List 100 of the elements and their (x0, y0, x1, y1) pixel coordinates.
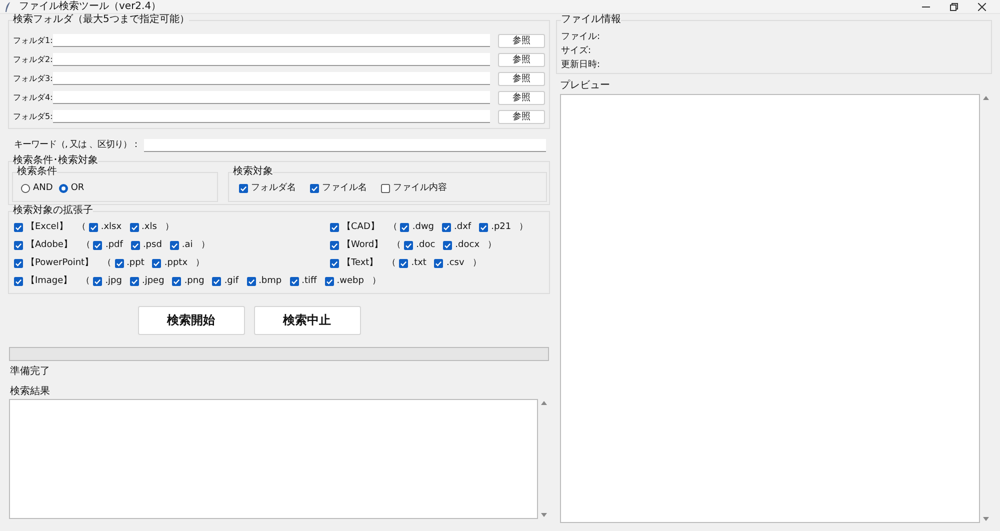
checkbox-label: .p21 (491, 220, 512, 234)
folder-field[interactable] (53, 91, 490, 104)
checkbox-label: ファイル名 (322, 182, 367, 195)
checkbox[interactable] (434, 259, 444, 268)
group-title: 検索対象の拡張子 (13, 204, 93, 216)
checkbox[interactable] (404, 241, 414, 250)
checkbox-label: 【Excel】 (26, 220, 68, 234)
checkbox[interactable] (152, 259, 162, 268)
info-label: サイズ: (561, 45, 592, 57)
checkbox[interactable] (93, 277, 102, 286)
checkbox-label: .dwg (412, 220, 434, 234)
checkbox[interactable] (93, 241, 102, 250)
parenthesis: （ (81, 238, 90, 252)
parenthesis: （ (387, 256, 396, 270)
checkbox[interactable] (14, 241, 23, 250)
restore-icon[interactable] (950, 2, 958, 10)
field-label: フォルダ2: (13, 54, 53, 66)
folder-field[interactable] (53, 110, 490, 123)
checkbox-label: .csv (446, 256, 464, 270)
checkbox[interactable] (130, 241, 140, 250)
checkbox[interactable] (324, 277, 334, 286)
folder-field[interactable] (53, 53, 490, 66)
checkbox-label: .ai (182, 238, 193, 252)
parenthesis: ） (200, 238, 210, 252)
checkbox[interactable] (330, 241, 339, 250)
checkbox-label: .xlsx (100, 220, 122, 234)
info-label: 更新日時: (561, 59, 602, 71)
parenthesis: （ (76, 220, 86, 234)
checkbox[interactable] (479, 223, 488, 232)
checkbox[interactable] (114, 259, 124, 268)
folder-field[interactable] (53, 34, 490, 47)
checkbox[interactable] (399, 259, 408, 268)
checkbox[interactable] (310, 184, 319, 193)
checkbox[interactable] (381, 184, 390, 193)
parenthesis: （ (102, 256, 112, 270)
checkbox-label: 【CAD】 (342, 220, 380, 234)
checkbox[interactable] (330, 223, 339, 232)
checkbox[interactable] (88, 223, 98, 232)
scroll-down-icon[interactable] (983, 517, 989, 521)
window-title: ファイル検索ツール（ver2.4） (19, 0, 162, 14)
checkbox[interactable] (330, 259, 339, 268)
checkbox-label: .gif (224, 274, 239, 288)
scroll-down-icon[interactable] (541, 512, 547, 516)
parenthesis: （ (388, 220, 398, 234)
field-label: フォルダ3: (13, 72, 53, 84)
checkbox-label: .psd (142, 238, 162, 252)
browse-button[interactable]: 参照 (498, 72, 545, 86)
checkbox[interactable] (442, 223, 452, 232)
radio-button[interactable] (58, 184, 68, 193)
checkbox[interactable] (212, 277, 222, 286)
keyword-label: キーワード（, 又は 、区切り）： (14, 139, 142, 152)
checkbox[interactable] (130, 277, 139, 286)
browse-button[interactable]: 参照 (498, 90, 545, 104)
checkbox[interactable] (290, 277, 299, 286)
parenthesis: （ (392, 238, 402, 252)
field-label: フォルダ5: (13, 110, 53, 122)
checkbox[interactable] (130, 223, 139, 232)
group-title: 検索条件 (17, 166, 57, 178)
scroll-up-icon[interactable] (541, 400, 547, 404)
close-icon[interactable] (978, 2, 986, 10)
results-label: 検索結果 (10, 384, 51, 398)
checkbox-label: .xls (142, 220, 157, 234)
checkbox-label: 【Adobe】 (26, 238, 72, 252)
browse-button[interactable]: 参照 (498, 110, 545, 124)
radio-button[interactable] (21, 184, 30, 193)
scrollbar[interactable] (980, 94, 992, 523)
keyword-field[interactable] (144, 139, 546, 152)
checkbox[interactable] (172, 277, 182, 286)
checkbox[interactable] (170, 241, 179, 250)
browse-button[interactable]: 参照 (498, 34, 545, 48)
browse-button[interactable]: 参照 (498, 52, 545, 66)
folder-field[interactable] (53, 72, 490, 85)
checkbox[interactable] (400, 223, 410, 232)
checkbox-label: .dxf (454, 220, 472, 234)
checkbox-label: 【Word】 (342, 238, 384, 252)
checkbox-label: .jpeg (142, 274, 164, 288)
checkbox[interactable] (443, 241, 452, 250)
field-label: フォルダ1: (13, 34, 53, 46)
checkbox[interactable] (14, 277, 23, 286)
checkbox[interactable] (14, 223, 23, 232)
scroll-up-icon[interactable] (983, 96, 989, 100)
group-title: 検索条件･検索対象 (13, 154, 98, 166)
checkbox[interactable] (239, 184, 248, 193)
group-title: 検索対象 (233, 166, 273, 178)
action-button[interactable]: 検索開始 (138, 306, 244, 334)
feather-icon (5, 2, 11, 12)
checkbox[interactable] (14, 259, 23, 268)
checkbox-label: .docx (455, 238, 480, 252)
checkbox-label: .pdf (105, 238, 123, 252)
action-button[interactable]: 検索中止 (254, 306, 360, 334)
checkbox-label: .jpg (105, 274, 122, 288)
info-label: ファイル: (561, 31, 602, 43)
checkbox-label: .bmp (258, 274, 282, 288)
scrollbar[interactable] (538, 398, 550, 518)
radio-label: OR (70, 182, 84, 195)
group-title: ファイル情報 (561, 14, 621, 26)
checkbox-label: .tiff (302, 274, 317, 288)
checkbox[interactable] (246, 277, 256, 286)
parenthesis: ） (488, 238, 497, 252)
checkbox-label: 【Image】 (26, 274, 72, 288)
